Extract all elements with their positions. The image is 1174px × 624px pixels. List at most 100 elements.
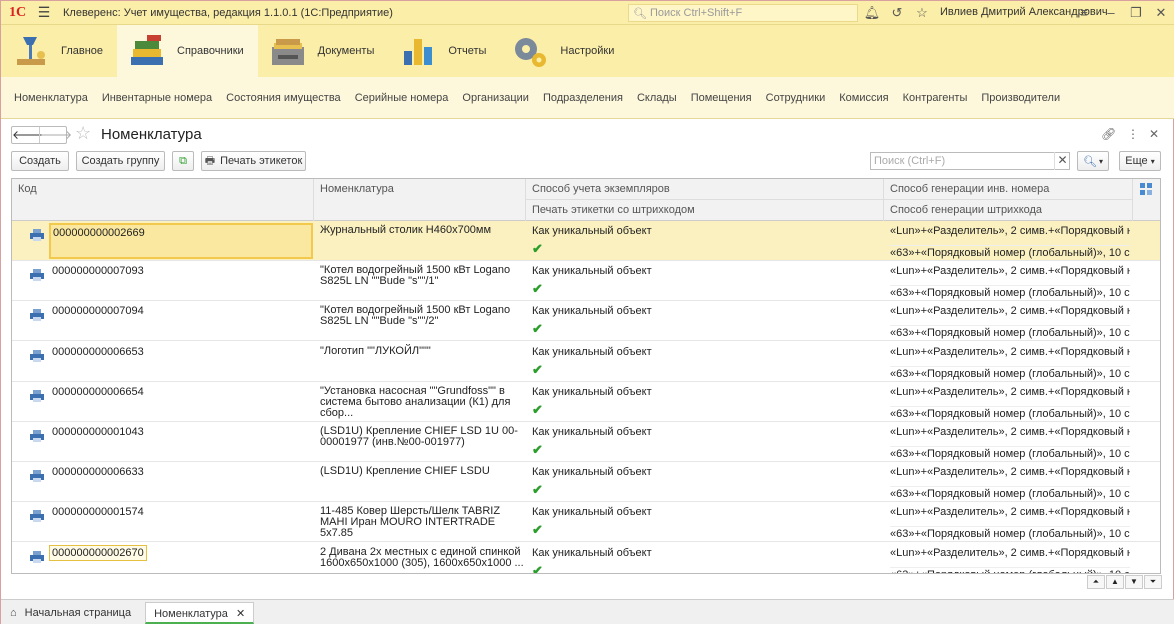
cell-code[interactable]: 000000000006653 bbox=[52, 346, 144, 358]
section-documents[interactable]: Документы bbox=[258, 25, 389, 77]
cell-code[interactable]: 000000000006633 bbox=[52, 466, 144, 478]
table-row[interactable]: 000000000002670 2 Дивана 2х местных с еди… bbox=[12, 543, 1160, 573]
cell-inv-gen[interactable]: «Lun»+«Разделитель», 2 симв.+«Порядковый… bbox=[890, 386, 1130, 398]
cell-method[interactable]: Как уникальный объект bbox=[532, 265, 652, 277]
cell-nomenclature[interactable]: 11-485 Ковер Шерсть/Шелк TABRIZ MAHI Ира… bbox=[320, 506, 525, 539]
nav-link-serial-numbers[interactable]: Серийные номера bbox=[355, 92, 449, 104]
cell-inv-gen[interactable]: «Lun»+«Разделитель», 2 симв.+«Порядковый… bbox=[890, 346, 1130, 358]
section-main[interactable]: Главное bbox=[1, 25, 117, 77]
cell-barcode-gen[interactable]: «63»+«Порядковый номер (глобальный)», 10… bbox=[890, 566, 1130, 573]
cell-code[interactable]: 000000000007093 bbox=[52, 265, 144, 277]
cell-barcode-gen[interactable]: «63»+«Порядковый номер (глобальный)», 10… bbox=[890, 446, 1130, 460]
cell-code[interactable]: 000000000001574 bbox=[52, 506, 144, 518]
clear-search-icon[interactable]: ✕ bbox=[1054, 152, 1070, 170]
nav-link-inventory-numbers[interactable]: Инвентарные номера bbox=[102, 92, 212, 104]
nav-link-departments[interactable]: Подразделения bbox=[543, 92, 623, 104]
table-row[interactable]: 000000000007093 "Котел водогрейный 1500 к… bbox=[12, 261, 1160, 302]
table-row[interactable]: 000000000006654 "Установка насосная ""Gru… bbox=[12, 382, 1160, 422]
cell-nomenclature[interactable]: (LSD1U) Крепление CHIEF LSDU bbox=[320, 466, 525, 477]
more-vertical-icon[interactable]: ⋮ bbox=[1127, 127, 1139, 141]
scroll-up-icon[interactable]: ▲ bbox=[1106, 575, 1124, 589]
section-reports[interactable]: Отчеты bbox=[388, 25, 500, 77]
column-header-inv-gen[interactable]: Способ генерации инв. номера bbox=[884, 179, 1133, 200]
nav-link-employees[interactable]: Сотрудники bbox=[766, 92, 826, 104]
settings-menu-icon[interactable]: ≡ bbox=[1075, 4, 1093, 22]
checkmark-icon[interactable]: ✔ bbox=[532, 442, 543, 458]
cell-nomenclature[interactable]: "Логотип ""ЛУКОЙЛ""" bbox=[320, 345, 525, 357]
checkmark-icon[interactable]: ✔ bbox=[532, 362, 543, 378]
global-search-input[interactable]: 🔍︎ Поиск Ctrl+Shift+F bbox=[628, 4, 858, 22]
cell-barcode-gen[interactable]: «63»+«Порядковый номер (глобальный)», 10… bbox=[890, 405, 1130, 420]
cell-inv-gen[interactable]: «Lun»+«Разделитель», 2 симв.+«Порядковый… bbox=[890, 426, 1130, 438]
minimize-icon[interactable]: – bbox=[1102, 4, 1120, 22]
column-header-method[interactable]: Способ учета экземпляров bbox=[526, 179, 884, 200]
forward-arrow-icon[interactable]: 🡒 bbox=[39, 127, 72, 143]
cell-nomenclature[interactable]: (LSD1U) Крепление CHIEF LSD 1U 00-000019… bbox=[320, 426, 525, 448]
close-window-icon[interactable]: ✕ bbox=[1152, 4, 1170, 22]
cell-barcode-gen[interactable]: «63»+«Порядковый номер (глобальный)», 10… bbox=[890, 325, 1130, 339]
nomenclature-table[interactable]: Код Номенклатура Способ учета экземпляро… bbox=[11, 178, 1161, 574]
table-row[interactable]: 000000000006633 (LSD1U) Крепление CHIEF L… bbox=[12, 462, 1160, 503]
cell-barcode-gen[interactable]: «63»+«Порядковый номер (глобальный)», 10… bbox=[890, 245, 1130, 259]
cell-method[interactable]: Как уникальный объект bbox=[532, 346, 652, 358]
cell-nomenclature[interactable]: Журнальный столик Н460х700мм bbox=[320, 225, 525, 236]
checkmark-icon[interactable]: ✔ bbox=[532, 522, 543, 538]
tab-nomenclature[interactable]: Номенклатура ✕ bbox=[145, 601, 255, 624]
nav-link-counterparties[interactable]: Контрагенты bbox=[903, 92, 968, 104]
cell-nomenclature[interactable]: "Установка насосная ""Grundfoss"" в сист… bbox=[320, 385, 525, 419]
favorites-star-icon[interactable]: ☆ bbox=[913, 4, 931, 22]
checkmark-icon[interactable]: ✔ bbox=[532, 563, 543, 573]
cell-method[interactable]: Как уникальный объект bbox=[532, 426, 652, 438]
create-group-button[interactable]: Создать группу bbox=[76, 151, 165, 171]
cell-inv-gen[interactable]: «Lun»+«Разделитель», 2 симв.+«Порядковый… bbox=[890, 265, 1130, 277]
table-row[interactable]: 000000000001574 11-485 Ковер Шерсть/Шелк … bbox=[12, 502, 1160, 543]
section-catalogs[interactable]: Справочники bbox=[117, 25, 258, 77]
column-header-print-labels[interactable]: Печать этикетки со штрихкодом bbox=[526, 200, 884, 221]
cell-code[interactable]: 000000000007094 bbox=[52, 305, 144, 317]
create-button[interactable]: Создать bbox=[11, 151, 69, 171]
cell-inv-gen[interactable]: «Lun»+«Разделитель», 2 симв.+«Порядковый… bbox=[890, 506, 1130, 518]
cell-inv-gen[interactable]: «Lun»+«Разделитель», 2 симв.+«Порядковый… bbox=[890, 225, 1130, 237]
tab-home-page[interactable]: Начальная страница bbox=[17, 602, 139, 624]
column-header-barcode-gen[interactable]: Способ генерации штрихкода bbox=[884, 200, 1133, 221]
nav-link-organizations[interactable]: Организации bbox=[462, 92, 529, 104]
table-row[interactable]: 000000000007094 "Котел водогрейный 1500 к… bbox=[12, 301, 1160, 342]
cell-code[interactable]: 000000000006654 bbox=[52, 386, 144, 398]
cell-method[interactable]: Как уникальный объект bbox=[532, 225, 652, 237]
table-row[interactable]: 000000000006653 "Логотип ""ЛУКОЙЛ""" Как у… bbox=[12, 342, 1160, 382]
cell-code[interactable]: 000000000001043 bbox=[52, 426, 144, 438]
cell-inv-gen[interactable]: «Lun»+«Разделитель», 2 симв.+«Порядковый… bbox=[890, 305, 1130, 317]
cell-barcode-gen[interactable]: «63»+«Порядковый номер (глобальный)», 10… bbox=[890, 365, 1130, 380]
link-icon[interactable]: 🔗︎ bbox=[1101, 127, 1116, 141]
cell-barcode-gen[interactable]: «63»+«Порядковый номер (глобальный)», 10… bbox=[890, 526, 1130, 540]
nav-link-manufacturers[interactable]: Производители bbox=[981, 92, 1060, 104]
main-menu-icon[interactable]: ☰ bbox=[33, 4, 55, 21]
bell-icon[interactable]: 🔔︎ bbox=[863, 4, 881, 22]
checkmark-icon[interactable]: ✔ bbox=[532, 241, 543, 257]
column-header-nomenclature[interactable]: Номенклатура bbox=[314, 179, 526, 221]
cell-method[interactable]: Как уникальный объект bbox=[532, 386, 652, 398]
cell-barcode-gen[interactable]: «63»+«Порядковый номер (глобальный)», 10… bbox=[890, 486, 1130, 500]
scroll-down-icon[interactable]: ▼ bbox=[1125, 575, 1143, 589]
checkmark-icon[interactable]: ✔ bbox=[532, 321, 543, 337]
nav-link-rooms[interactable]: Помещения bbox=[691, 92, 752, 104]
nav-link-nomenclature[interactable]: Номенклатура bbox=[14, 92, 88, 104]
checkmark-icon[interactable]: ✔ bbox=[532, 482, 543, 498]
cell-barcode-gen[interactable]: «63»+«Порядковый номер (глобальный)», 10… bbox=[890, 285, 1130, 299]
cell-inv-gen[interactable]: «Lun»+«Разделитель», 2 симв.+«Порядковый… bbox=[890, 547, 1130, 559]
section-settings[interactable]: Настройки bbox=[500, 25, 628, 77]
cell-nomenclature[interactable]: "Котел водогрейный 1500 кВт Logano S825L… bbox=[320, 265, 525, 287]
cell-method[interactable]: Как уникальный объект bbox=[532, 466, 652, 478]
cell-code[interactable]: 000000000002670 bbox=[49, 544, 147, 561]
cell-method[interactable]: Как уникальный объект bbox=[532, 506, 652, 518]
cell-method[interactable]: Как уникальный объект bbox=[532, 305, 652, 317]
nav-link-commission[interactable]: Комиссия bbox=[839, 92, 888, 104]
checkmark-icon[interactable]: ✔ bbox=[532, 281, 543, 297]
nav-link-asset-states[interactable]: Состояния имущества bbox=[226, 92, 341, 104]
cell-method[interactable]: Как уникальный объект bbox=[532, 547, 652, 559]
close-form-icon[interactable]: ✕ bbox=[1149, 127, 1159, 141]
back-arrow-icon[interactable]: 🡐 bbox=[12, 127, 44, 143]
copy-green-button[interactable]: ⧉ bbox=[172, 151, 194, 171]
list-search-input[interactable]: Поиск (Ctrl+F) bbox=[870, 152, 1070, 170]
cell-nomenclature[interactable]: 2 Дивана 2х местных с единой спинкой 160… bbox=[320, 546, 525, 569]
